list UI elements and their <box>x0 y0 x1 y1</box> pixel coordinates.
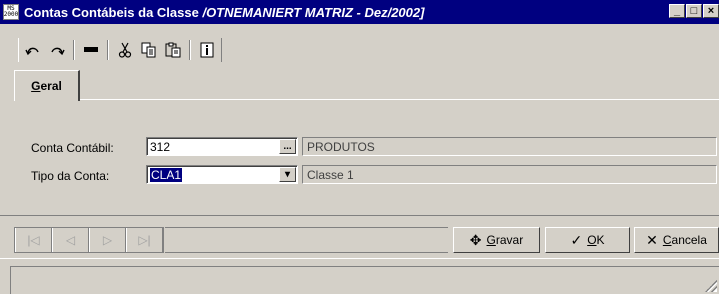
check-icon: ✓ <box>570 231 583 248</box>
action-bar: |◁ ◁ ▷ ▷| ✥ Gravar ✓ OK ✕ Cancela <box>0 215 719 259</box>
chevron-down-icon[interactable]: ▾ <box>279 167 296 182</box>
status-bar <box>10 266 719 294</box>
conta-contabil-value: 312 <box>150 139 171 154</box>
tab-strip: Geral <box>14 70 719 101</box>
last-record-button[interactable]: ▷| <box>126 228 163 252</box>
conta-contabil-input[interactable]: 312 <box>146 137 298 156</box>
prior-record-button[interactable]: ◁ <box>52 228 89 252</box>
tab-geral-label: eral <box>40 79 62 93</box>
toolbar-separator <box>189 40 191 60</box>
paste-icon[interactable] <box>163 40 183 60</box>
tipo-conta-select[interactable]: CLA1 <box>146 165 298 184</box>
conta-contabil-label: Conta Contábil: <box>31 141 114 155</box>
ok-button[interactable]: ✓ OK <box>545 227 630 253</box>
tipo-conta-value: CLA1 <box>150 167 183 182</box>
tipo-conta-description: Classe 1 <box>302 165 717 184</box>
app-icon-bottom-text: 2000 <box>3 11 19 18</box>
info-icon[interactable] <box>197 40 217 60</box>
navigator-spacer <box>165 227 448 253</box>
first-record-button[interactable]: |◁ <box>15 228 52 252</box>
toolbar-group <box>18 38 222 62</box>
close-button[interactable]: × <box>703 4 719 18</box>
cut-icon[interactable] <box>115 40 135 60</box>
maximize-button[interactable]: □ <box>686 4 702 18</box>
conta-description-text: PRODUTOS <box>307 139 375 154</box>
resize-grip-icon[interactable] <box>705 280 717 292</box>
cancela-button[interactable]: ✕ Cancela <box>634 227 719 253</box>
window-title-context: /OTNEMANIERT MATRIZ - Dez/2002] <box>202 4 425 20</box>
app-icon: MS 2000 <box>3 4 19 20</box>
window-title: Contas Contábeis da Classe /OTNEMANIERT … <box>24 5 424 20</box>
conta-description: PRODUTOS <box>302 137 717 156</box>
close-icon: ✕ <box>646 231 658 248</box>
tab-geral[interactable]: Geral <box>14 70 80 101</box>
toolbar-separator <box>107 40 109 60</box>
toolbar <box>0 36 719 64</box>
gravar-button[interactable]: ✥ Gravar <box>453 227 540 253</box>
undo-icon[interactable] <box>23 40 43 60</box>
minimize-button[interactable]: _ <box>669 4 685 18</box>
ok-label: OK <box>587 233 605 247</box>
tab-geral-accel: G <box>31 79 41 93</box>
redo-icon[interactable] <box>47 40 67 60</box>
tipo-conta-label: Tipo da Conta: <box>31 169 110 183</box>
tipo-conta-description-text: Classe 1 <box>307 167 354 182</box>
delete-icon[interactable] <box>81 40 101 60</box>
window-controls: _ □ × <box>669 4 719 18</box>
gravar-label: Gravar <box>486 233 524 247</box>
window-title-main: Contas Contábeis da Classe <box>24 4 199 20</box>
copy-icon[interactable] <box>139 40 159 60</box>
record-navigator: |◁ ◁ ▷ ▷| <box>14 227 164 253</box>
cancela-label: Cancela <box>662 233 707 247</box>
next-record-button[interactable]: ▷ <box>89 228 126 252</box>
toolbar-separator <box>73 40 75 60</box>
conta-lookup-button[interactable]: ... <box>279 139 296 154</box>
title-bar: MS 2000 Contas Contábeis da Classe /OTNE… <box>0 0 719 24</box>
save-move-icon: ✥ <box>469 231 482 248</box>
